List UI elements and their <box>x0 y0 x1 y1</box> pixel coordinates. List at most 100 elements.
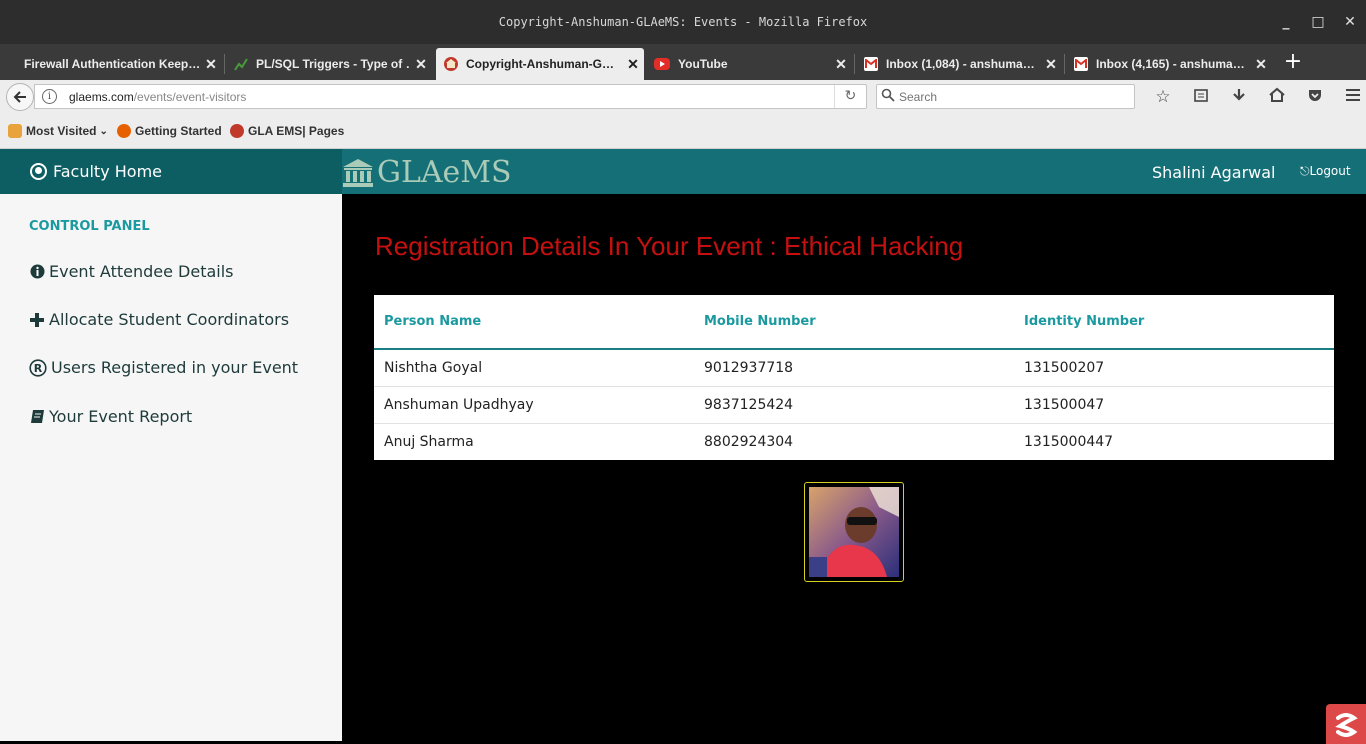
folder-icon <box>8 124 22 138</box>
tab-inbox-1[interactable]: Inbox (1,084) - anshuma… ✕ <box>856 48 1062 80</box>
profile-photo <box>804 482 904 582</box>
tab-label: PL/SQL Triggers - Type of … <box>256 57 410 71</box>
reload-icon[interactable]: ↻ <box>834 85 866 108</box>
firefox-icon <box>117 124 131 138</box>
close-tab-icon[interactable]: ✕ <box>1040 56 1062 73</box>
brand-name: GLAeMS <box>377 155 512 190</box>
tab-separator <box>1064 54 1065 74</box>
minimize-button[interactable]: _ <box>1270 0 1302 44</box>
person-name-cell: Anshuman Upadhyay <box>374 385 694 423</box>
logout-link[interactable]: ⎋Logout <box>1300 164 1351 179</box>
gmail-favicon-icon <box>864 57 878 71</box>
sidebar-item-event-report[interactable]: Your Event Report <box>29 407 192 426</box>
sidebar-item-allocate-coordinators[interactable]: Allocate Student Coordinators <box>29 310 289 329</box>
registrations-table: Person Name Mobile Number Identity Numbe… <box>374 295 1334 460</box>
faculty-home-link[interactable]: Faculty Home <box>0 149 342 194</box>
url-text[interactable]: glaems.com/events/event-visitors <box>69 90 246 104</box>
tab-label: YouTube <box>678 57 728 71</box>
info-circle-icon <box>29 264 45 280</box>
gmail-favicon-icon <box>1074 57 1088 71</box>
bookmark-getting-started[interactable]: Getting Started <box>117 124 222 138</box>
chart-favicon-icon <box>234 57 248 71</box>
corner-widget-icon[interactable] <box>1326 704 1366 744</box>
identity-number-cell: 131500047 <box>1014 385 1334 423</box>
site-header: GLAeMS Shalini Agarwal ⎋Logout <box>342 149 1366 194</box>
close-tab-icon[interactable]: ✕ <box>622 56 644 73</box>
bookmark-star-icon[interactable]: ☆ <box>1144 87 1182 107</box>
bookmark-gla-ems[interactable]: GLA EMS| Pages <box>230 124 344 138</box>
close-tab-icon[interactable]: ✕ <box>200 56 222 73</box>
download-icon[interactable] <box>1220 87 1258 108</box>
table-row: Nishtha Goyal 9012937718 131500207 <box>374 349 1334 386</box>
pocket-icon[interactable] <box>1296 87 1334 108</box>
registered-icon: R <box>29 358 47 377</box>
url-domain: glaems.com <box>69 90 134 104</box>
bookmark-label: GLA EMS| Pages <box>248 124 345 138</box>
tab-firewall[interactable]: Firewall Authentication Keep… ✕ <box>16 48 222 80</box>
maximize-button[interactable]: □ <box>1302 0 1334 44</box>
svg-text:R: R <box>34 362 43 375</box>
table-row: Anshuman Upadhyay 9837125424 131500047 <box>374 385 1334 423</box>
bookmark-most-visited[interactable]: Most Visited ⌄ <box>8 124 108 138</box>
user-name: Shalini Agarwal <box>1152 163 1276 182</box>
column-header: Mobile Number <box>694 295 1014 350</box>
reading-list-icon[interactable] <box>1182 87 1220 108</box>
close-window-button[interactable]: ✕ <box>1334 0 1366 44</box>
sidebar: CONTROL PANEL Event Attendee Details All… <box>0 194 342 741</box>
url-path: /events/event-visitors <box>133 90 247 104</box>
tab-plsql[interactable]: PL/SQL Triggers - Type of … ✕ <box>226 48 432 80</box>
tab-inbox-2[interactable]: Inbox (4,165) - anshuma… ✕ <box>1066 48 1272 80</box>
toolbar-icons: ☆ <box>1144 80 1366 114</box>
mobile-number-cell: 9012937718 <box>704 359 794 376</box>
tab-label: Firewall Authentication Keep… <box>24 57 200 71</box>
search-icon <box>881 88 895 102</box>
new-tab-button[interactable]: + <box>1281 48 1305 76</box>
tab-label: Inbox (4,165) - anshuma… <box>1096 57 1245 71</box>
tab-label: Copyright-Anshuman-G… <box>466 57 614 71</box>
sidebar-item-label: Users Registered in your Event <box>51 358 299 377</box>
home-icon[interactable] <box>1258 87 1296 108</box>
sidebar-item-attendee-details[interactable]: Event Attendee Details <box>29 262 234 281</box>
faculty-home-label: Faculty Home <box>53 162 162 181</box>
mobile-number-cell: 8802924304 <box>694 422 1014 460</box>
brand-logo[interactable]: GLAeMS <box>342 155 512 190</box>
profile-photo-image <box>809 487 899 577</box>
window-titlebar: Copyright-Anshuman-GLAeMS: Events - Mozi… <box>0 0 1366 44</box>
chevron-down-icon: ⌄ <box>99 125 108 137</box>
mobile-number-cell: 9837125424 <box>694 385 1014 423</box>
close-tab-icon[interactable]: ✕ <box>830 56 852 73</box>
window-title: Copyright-Anshuman-GLAeMS: Events - Mozi… <box>498 15 868 29</box>
identity-number-cell: 1315000447 <box>1014 422 1334 460</box>
site-info-icon[interactable]: i <box>42 89 57 104</box>
tab-glaems-active[interactable]: Copyright-Anshuman-G… ✕ <box>436 48 644 80</box>
user-circle-icon <box>30 163 47 180</box>
control-panel-title: CONTROL PANEL <box>29 219 150 234</box>
sidebar-item-label: Allocate Student Coordinators <box>49 310 290 329</box>
youtube-favicon-icon <box>654 58 670 70</box>
sidebar-item-users-registered[interactable]: R Users Registered in your Event <box>29 358 298 377</box>
tab-separator <box>224 54 225 74</box>
back-button[interactable] <box>6 83 34 111</box>
page-title: Registration Details In Your Event : Eth… <box>375 231 964 261</box>
url-bar[interactable]: i glaems.com/events/event-visitors ↻ <box>34 84 867 109</box>
search-input[interactable] <box>899 88 1119 105</box>
tab-youtube[interactable]: YouTube ✕ <box>646 48 852 80</box>
glaems-favicon-icon <box>444 57 458 71</box>
table-row: Anuj Sharma 8802924304 1315000447 <box>374 422 1334 460</box>
close-tab-icon[interactable]: ✕ <box>410 56 432 73</box>
close-tab-icon[interactable]: ✕ <box>1250 56 1272 73</box>
logout-label: Logout <box>1309 164 1351 178</box>
tab-label: Inbox (1,084) - anshuma… <box>886 57 1035 71</box>
table-header-row: Person Name Mobile Number Identity Numbe… <box>374 295 1334 350</box>
bank-icon <box>343 158 373 187</box>
logout-icon: ⎋ <box>1300 164 1310 178</box>
bookmark-label: Getting Started <box>135 124 222 138</box>
book-icon <box>29 409 45 425</box>
hamburger-menu-icon[interactable] <box>1334 87 1366 108</box>
back-arrow-icon <box>13 91 26 103</box>
search-box[interactable] <box>876 84 1135 109</box>
column-header: Person Name <box>374 295 694 350</box>
person-name-cell: Anuj Sharma <box>374 422 694 460</box>
sidebar-item-label: Event Attendee Details <box>49 262 234 281</box>
glaems-icon <box>230 124 244 138</box>
